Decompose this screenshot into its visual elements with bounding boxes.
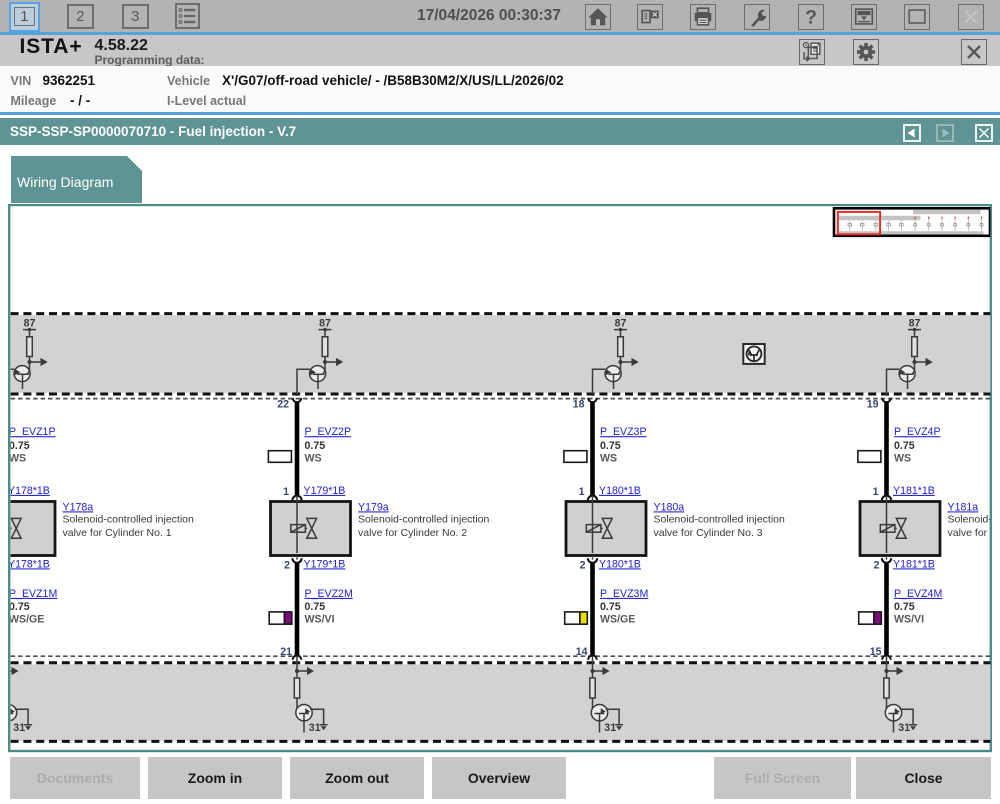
svg-text:WS: WS	[600, 453, 617, 465]
svg-text:Y181*1B: Y181*1B	[893, 558, 935, 570]
svg-text:1: 1	[579, 486, 585, 498]
svg-text:WS/VI: WS/VI	[894, 614, 924, 626]
svg-text:Solenoid-controlled injection: Solenoid-controlled injection	[358, 514, 489, 526]
svg-text:Y179*1B: Y179*1B	[304, 558, 346, 570]
svg-text:0.75: 0.75	[9, 601, 30, 613]
svg-text:valve for Cylinder No. 4: valve for Cylinder No. 4	[948, 527, 993, 539]
svg-text:Solenoid-controlled injection: Solenoid-controlled injection	[654, 514, 785, 526]
svg-text:1: 1	[283, 486, 289, 498]
svg-text:19: 19	[867, 399, 879, 411]
svg-text:WS/GE: WS/GE	[600, 614, 635, 626]
svg-text:Y178*1B: Y178*1B	[8, 558, 50, 570]
svg-text:2: 2	[284, 559, 290, 571]
svg-text:Y179*1B: Y179*1B	[304, 485, 346, 497]
svg-text:18: 18	[573, 399, 585, 411]
svg-text:Solenoid-controlled injection: Solenoid-controlled injection	[63, 514, 194, 526]
svg-text:P_EVZ2P: P_EVZ2P	[305, 426, 352, 438]
svg-text:0.75: 0.75	[894, 601, 915, 613]
svg-text:Y178a: Y178a	[63, 501, 94, 513]
svg-text:14: 14	[576, 646, 588, 658]
svg-text:0.75: 0.75	[600, 601, 621, 613]
svg-text:1: 1	[873, 486, 879, 498]
svg-text:P_EVZ3M: P_EVZ3M	[600, 588, 648, 600]
svg-text:WS/VI: WS/VI	[305, 614, 335, 626]
svg-text:0.75: 0.75	[305, 601, 326, 613]
svg-text:0.75: 0.75	[600, 440, 621, 452]
svg-text:2: 2	[874, 559, 880, 571]
svg-text:Y179a: Y179a	[358, 501, 389, 513]
svg-text:?: ?	[805, 6, 817, 28]
svg-text:0.75: 0.75	[9, 440, 30, 452]
svg-text:valve for Cylinder No. 2: valve for Cylinder No. 2	[358, 527, 467, 539]
svg-text:Y180*1B: Y180*1B	[599, 485, 641, 497]
svg-text:P_EVZ4P: P_EVZ4P	[894, 426, 941, 438]
svg-text:WS: WS	[894, 453, 911, 465]
svg-text:Solenoid-controlled injection: Solenoid-controlled injection	[948, 514, 993, 526]
svg-text:21: 21	[280, 646, 292, 658]
svg-text:WS/GE: WS/GE	[9, 614, 44, 626]
svg-text:P_EVZ2M: P_EVZ2M	[305, 588, 353, 600]
svg-text:P_EVZ4M: P_EVZ4M	[894, 588, 942, 600]
svg-text:P_EVZ1P: P_EVZ1P	[9, 426, 56, 438]
svg-text:P_EVZ1M: P_EVZ1M	[9, 588, 57, 600]
svg-text:2: 2	[580, 559, 586, 571]
svg-text:Y181a: Y181a	[948, 501, 979, 513]
svg-text:WS: WS	[9, 453, 26, 465]
svg-text:0.75: 0.75	[305, 440, 326, 452]
svg-text:Y178*1B: Y178*1B	[8, 485, 50, 497]
svg-text:valve for Cylinder No. 1: valve for Cylinder No. 1	[63, 527, 172, 539]
svg-text:P_EVZ3P: P_EVZ3P	[600, 426, 647, 438]
svg-text:Y180a: Y180a	[654, 501, 685, 513]
svg-text:valve for Cylinder No. 3: valve for Cylinder No. 3	[654, 527, 763, 539]
svg-text:Y181*1B: Y181*1B	[893, 485, 935, 497]
svg-text:Wiring Diagram: Wiring Diagram	[17, 174, 113, 190]
svg-text:WS: WS	[305, 453, 322, 465]
svg-text:0.75: 0.75	[894, 440, 915, 452]
svg-text:Y180*1B: Y180*1B	[599, 558, 641, 570]
svg-text:22: 22	[277, 399, 289, 411]
svg-text:15: 15	[870, 646, 882, 658]
